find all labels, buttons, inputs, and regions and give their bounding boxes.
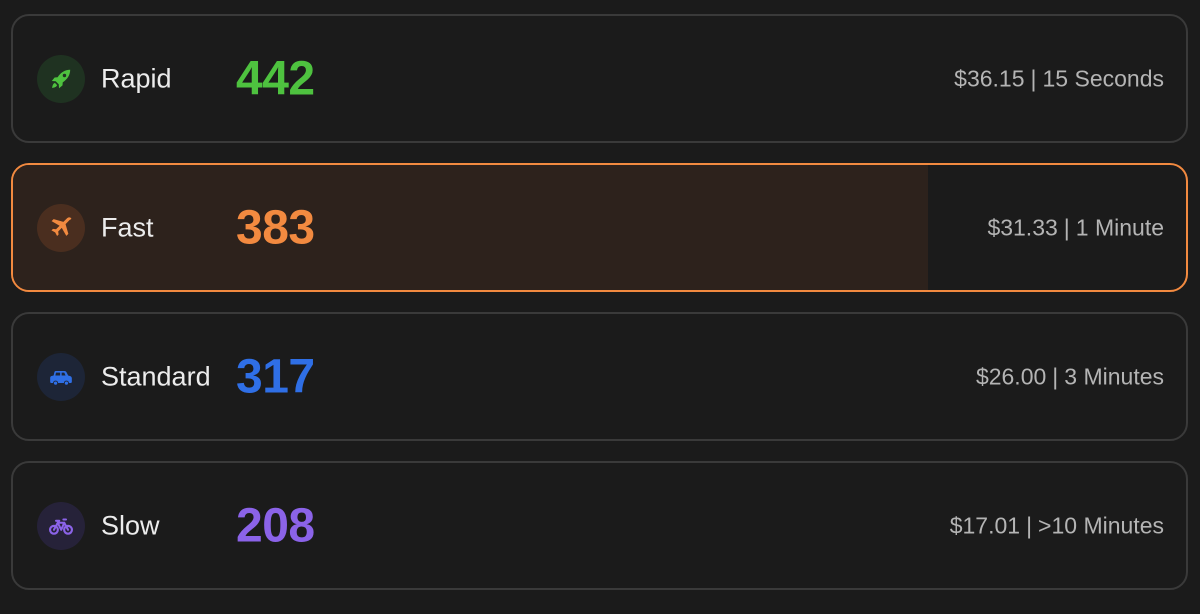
option-fast[interactable]: Fast 383 $31.33 | 1 Minute (11, 163, 1188, 292)
option-standard[interactable]: Standard 317 $26.00 | 3 Minutes (11, 312, 1188, 441)
option-label: Rapid (101, 63, 172, 93)
option-gwei-value: 317 (236, 350, 315, 403)
option-gwei-value: 208 (236, 499, 315, 552)
option-cost-time: $17.01 | >10 Minutes (950, 512, 1164, 539)
option-slow[interactable]: Slow 208 $17.01 | >10 Minutes (11, 461, 1188, 590)
option-time: 15 Seconds (1042, 65, 1164, 91)
bicycle-icon (37, 501, 85, 550)
option-cost-time: $26.00 | 3 Minutes (976, 363, 1164, 390)
car-icon (37, 352, 85, 401)
option-separator: | (1030, 65, 1037, 91)
option-label: Fast (101, 212, 154, 242)
option-price: $31.33 (987, 214, 1058, 240)
option-separator: | (1052, 363, 1059, 389)
airplane-icon (37, 203, 85, 252)
option-time: 1 Minute (1075, 214, 1164, 240)
option-cost-time: $36.15 | 15 Seconds (954, 65, 1164, 92)
option-label: Standard (101, 361, 211, 391)
option-separator: | (1026, 512, 1033, 538)
option-time: >10 Minutes (1038, 512, 1164, 538)
option-gwei-value: 383 (236, 201, 315, 254)
option-gwei-value: 442 (236, 52, 315, 105)
option-separator: | (1063, 214, 1070, 240)
option-price: $17.01 (949, 512, 1021, 538)
rocket-icon (37, 54, 85, 103)
option-time: 3 Minutes (1064, 363, 1164, 389)
option-rapid[interactable]: Rapid 442 $36.15 | 15 Seconds (11, 14, 1188, 143)
option-price: $36.15 (954, 65, 1025, 91)
option-cost-time: $31.33 | 1 Minute (987, 214, 1164, 241)
option-price: $26.00 (975, 363, 1047, 389)
gas-speed-options: Rapid 442 $36.15 | 15 Seconds Fast 383 $31… (0, 0, 1200, 614)
option-label: Slow (101, 510, 160, 540)
